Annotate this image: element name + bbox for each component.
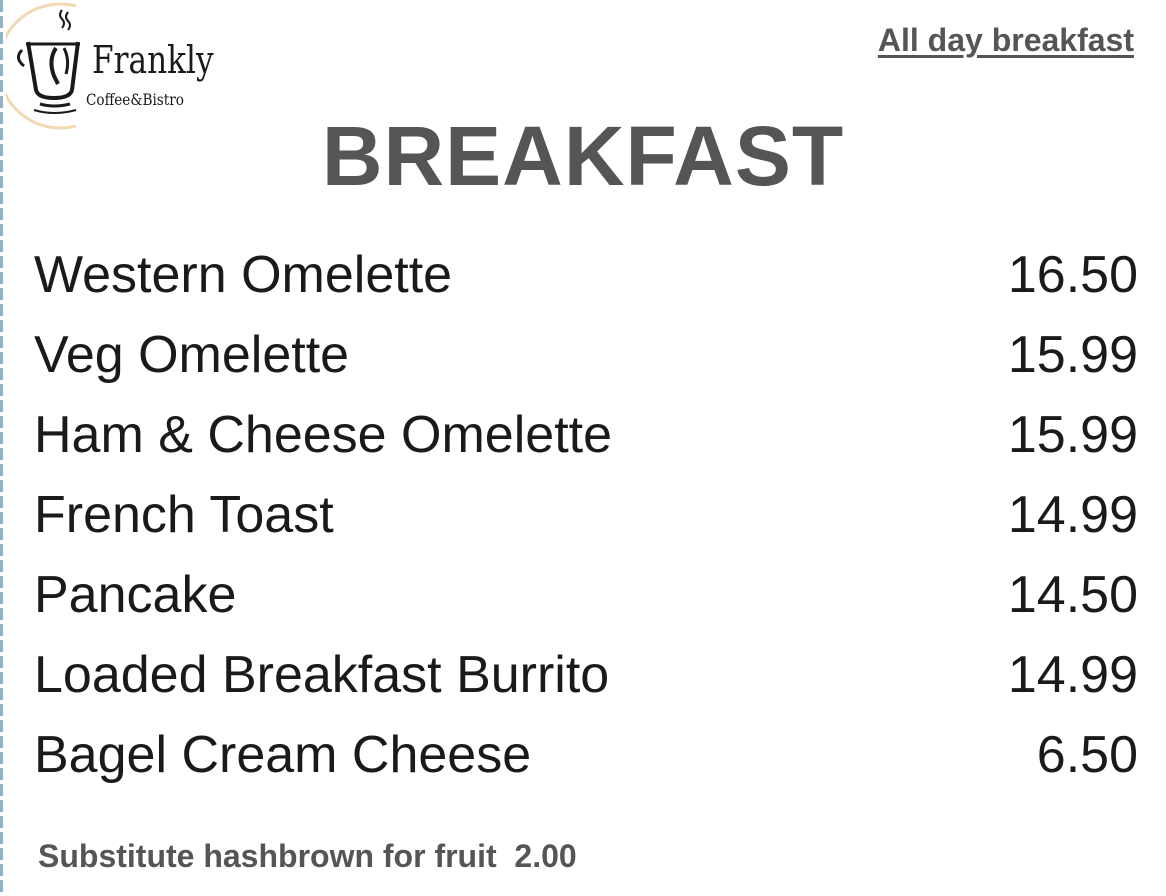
menu-item: Ham & Cheese Omelette 15.99 — [34, 395, 1138, 475]
menu-list: Western Omelette 16.50 Veg Omelette 15.9… — [34, 235, 1138, 795]
logo-name: Frankly — [92, 38, 214, 82]
substitution-note: Substitute hashbrown for fruit 2.00 — [38, 838, 577, 874]
menu-item-price: 14.99 — [1007, 646, 1138, 704]
menu-item: Bagel Cream Cheese 6.50 — [34, 715, 1138, 795]
menu-item: Western Omelette 16.50 — [34, 235, 1138, 315]
menu-item: Pancake 14.50 — [34, 555, 1138, 635]
menu-item-name: Loaded Breakfast Burrito — [34, 646, 610, 704]
menu-item-name: French Toast — [34, 486, 334, 544]
menu-item-price: 15.99 — [1007, 406, 1138, 464]
menu-item: Loaded Breakfast Burrito 14.99 — [34, 635, 1138, 715]
menu-item-name: Bagel Cream Cheese — [34, 726, 532, 784]
menu-item-price: 14.99 — [1007, 486, 1138, 544]
menu-item-name: Veg Omelette — [34, 326, 350, 384]
page-title: BREAKFAST — [321, 109, 845, 203]
menu-item-name: Western Omelette — [34, 246, 453, 304]
menu-item: Veg Omelette 15.99 — [34, 315, 1138, 395]
menu-item-price: 14.50 — [1007, 566, 1138, 624]
menu-item: French Toast 14.99 — [34, 475, 1138, 555]
menu-item-name: Pancake — [34, 566, 237, 624]
menu-item-price: 16.50 — [1007, 246, 1138, 304]
tagline: All day breakfast — [877, 22, 1134, 58]
menu-item-price: 6.50 — [1036, 726, 1138, 784]
menu-item-name: Ham & Cheese Omelette — [34, 406, 613, 464]
menu-item-price: 15.99 — [1007, 326, 1138, 384]
